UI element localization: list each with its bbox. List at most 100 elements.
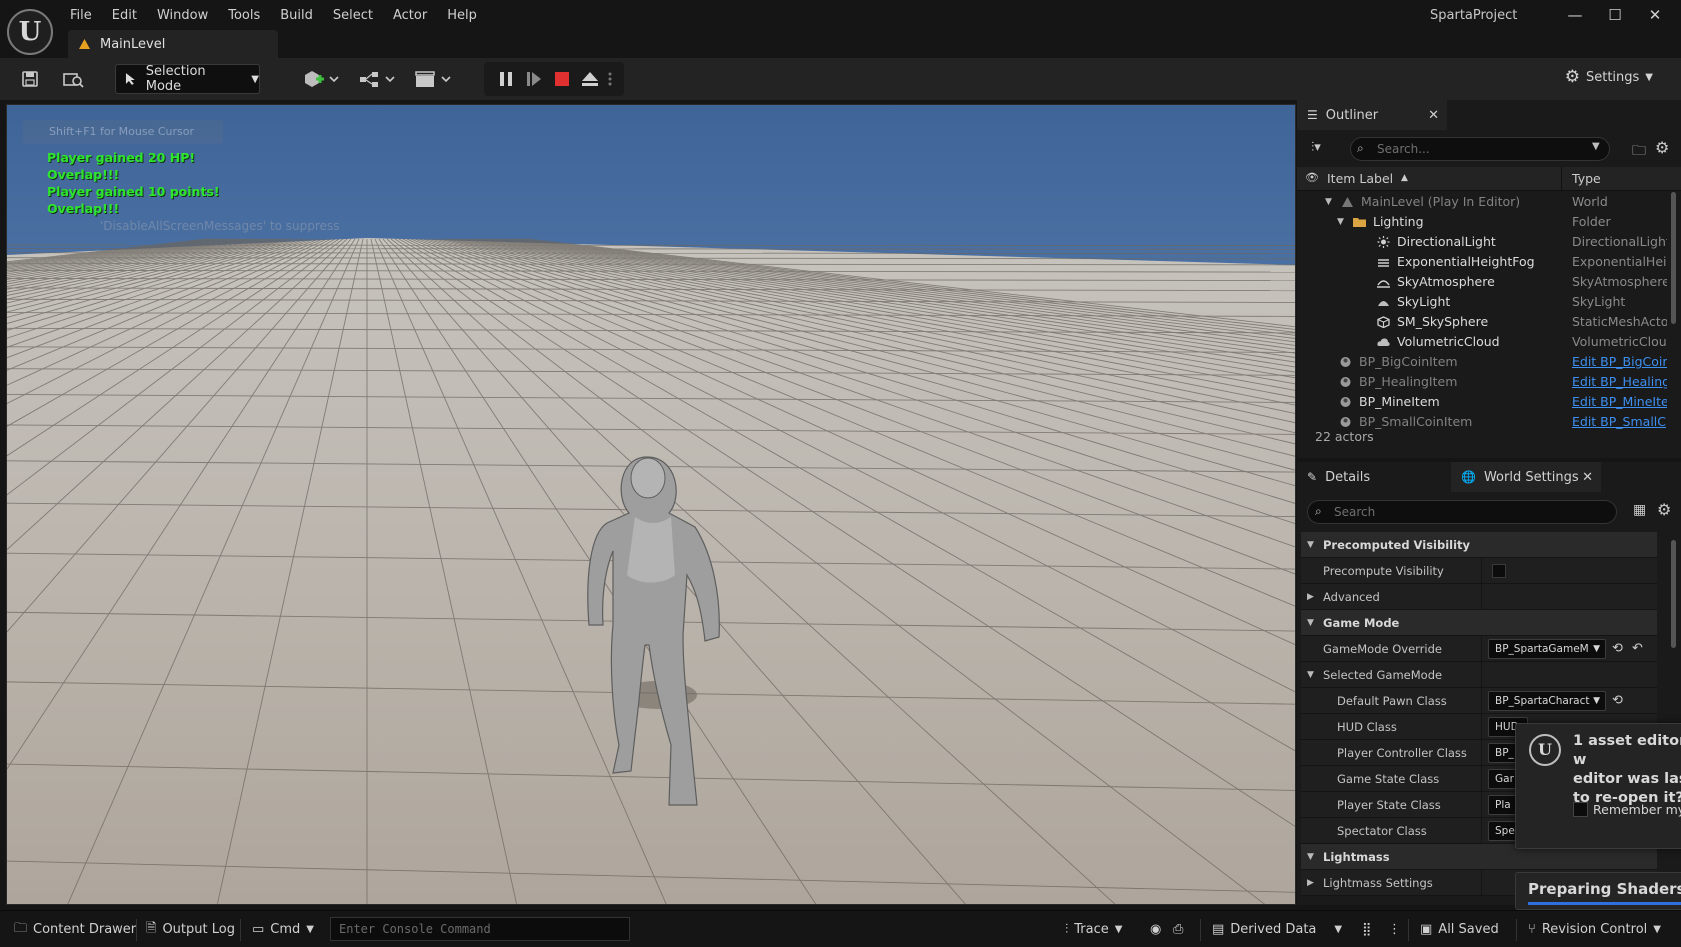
class-picker-dropdown[interactable]: BP_SpartaCharact ▼	[1488, 691, 1606, 711]
tab-world-settings[interactable]: 🌐 World Settings ✕	[1451, 462, 1601, 492]
pause-icon[interactable]	[496, 67, 516, 91]
level-tab[interactable]: MainLevel	[68, 30, 278, 58]
expand-arrow-icon[interactable]: ▼	[1325, 192, 1332, 212]
content-drawer-label: Content Drawer	[33, 922, 137, 937]
outliner-row[interactable]: SkyAtmosphere SkyAtmosphere	[1297, 272, 1669, 292]
expand-arrow-icon[interactable]: ▼	[1307, 662, 1314, 688]
remember-checkbox[interactable]: Remember my	[1573, 802, 1681, 817]
details-section-header[interactable]: ▼ Game Mode	[1301, 610, 1657, 636]
add-folder-icon[interactable]: 🗀	[1632, 140, 1646, 164]
outliner-row[interactable]: ▼ Lighting Folder	[1297, 212, 1669, 232]
outliner-row[interactable]: SkyLight SkyLight	[1297, 292, 1669, 312]
settings-button[interactable]: ⚙ Settings ▼	[1565, 67, 1653, 87]
content-drawer-button[interactable]: 🗀 Content Drawer	[14, 911, 136, 947]
cinematics-icon[interactable]	[412, 67, 456, 91]
add-actor-icon[interactable]	[300, 67, 344, 91]
expand-arrow-icon[interactable]: ▼	[1337, 212, 1344, 232]
record-icon[interactable]: ◉	[1150, 911, 1161, 947]
outliner-row[interactable]: BP_BigCoinItem Edit BP_BigCoir	[1297, 352, 1669, 372]
step-frame-icon[interactable]	[524, 67, 544, 91]
outliner-row[interactable]: BP_HealingItem Edit BP_Healing	[1297, 372, 1669, 392]
expand-arrow-icon[interactable]: ▶	[1307, 870, 1314, 896]
unreal-logo-icon[interactable]: U	[7, 9, 53, 55]
outliner-row[interactable]: DirectionalLight DirectionalLight	[1297, 232, 1669, 252]
table-view-icon[interactable]: ▦	[1633, 502, 1646, 518]
close-icon[interactable]: ✕	[1582, 470, 1593, 485]
menu-select[interactable]: Select	[323, 4, 383, 28]
browse-to-asset-icon[interactable]: ⟲	[1612, 636, 1623, 662]
column-divider[interactable]	[1561, 167, 1562, 191]
more-options-icon[interactable]	[604, 67, 616, 91]
outliner-row[interactable]: ▼ MainLevel (Play In Editor) World	[1297, 192, 1669, 212]
visibility-eye-icon[interactable]: 👁	[1305, 171, 1319, 184]
menu-edit[interactable]: Edit	[102, 4, 147, 28]
stop-icon[interactable]	[552, 67, 572, 91]
column-type[interactable]: Type	[1572, 171, 1601, 186]
cmd-dropdown[interactable]: ▭ Cmd ▼	[252, 911, 314, 947]
details-property-row[interactable]: ▶ Advanced	[1301, 584, 1657, 610]
details-section-header[interactable]: ▼ Precomputed Visibility	[1301, 532, 1657, 558]
edit-blueprint-link[interactable]: Edit BP_SmallC	[1572, 412, 1667, 432]
close-icon[interactable]: ✕	[1428, 108, 1439, 123]
details-scrollbar[interactable]	[1671, 540, 1676, 648]
chevron-down-icon[interactable]: ▼	[1592, 141, 1600, 152]
tab-details[interactable]: ✎ Details	[1297, 462, 1447, 492]
close-button[interactable]: ✕	[1640, 4, 1670, 26]
revision-control-dropdown[interactable]: ⑂ Revision Control ▼	[1528, 911, 1661, 947]
class-picker-dropdown[interactable]: BP_SpartaGameM ▼	[1488, 639, 1606, 659]
expand-arrow-icon[interactable]: ▶	[1307, 584, 1314, 610]
expand-arrow-icon[interactable]: ▼	[1307, 532, 1314, 558]
blueprint-graph-icon[interactable]	[356, 67, 400, 91]
edit-blueprint-link[interactable]: Edit BP_MineIte	[1572, 392, 1667, 412]
eject-icon[interactable]	[580, 67, 600, 91]
gear-icon[interactable]: ⚙	[1657, 500, 1671, 519]
all-saved-button[interactable]: ▣ All Saved	[1420, 911, 1499, 947]
menu-help[interactable]: Help	[437, 4, 487, 28]
menu-actor[interactable]: Actor	[383, 4, 437, 28]
menu-window[interactable]: Window	[147, 4, 218, 28]
more-options-icon[interactable]: ⋮	[1388, 911, 1401, 947]
expand-arrow-icon[interactable]: ▼	[1307, 844, 1314, 870]
level-viewport[interactable]: Shift+F1 for Mouse Cursor Player gained …	[6, 104, 1296, 905]
gear-icon[interactable]: ⚙	[1655, 138, 1669, 157]
property-value-cell: BP_SpartaCharact ▼ ⟲	[1481, 688, 1657, 714]
browse-content-icon[interactable]	[60, 67, 86, 91]
edit-blueprint-link[interactable]: Edit BP_BigCoir	[1572, 352, 1667, 372]
precompute-visibility-checkbox[interactable]	[1492, 564, 1506, 578]
selection-mode-dropdown[interactable]: Selection Mode ▼	[115, 64, 260, 94]
derived-data-dropdown[interactable]: ▤ Derived Data ▼	[1212, 911, 1342, 947]
details-property-row[interactable]: ▼ Selected GameMode	[1301, 662, 1657, 688]
expand-arrow-icon[interactable]: ▼	[1307, 610, 1314, 636]
trace-dropdown[interactable]: ⫶ Trace ▼	[1065, 911, 1122, 947]
outliner-search-input[interactable]: Search...	[1350, 137, 1610, 161]
source-control-grid-icon[interactable]: ⣿	[1362, 911, 1372, 947]
details-search-input[interactable]: Search	[1307, 500, 1617, 524]
tab-outliner[interactable]: ☰ Outliner ✕	[1297, 100, 1447, 130]
outliner-scrollbar[interactable]	[1671, 192, 1676, 324]
property-name: Lightmass Settings	[1323, 876, 1433, 890]
save-icon[interactable]	[18, 67, 42, 91]
reset-to-default-icon[interactable]: ↶	[1632, 636, 1643, 662]
outliner-row[interactable]: SM_SkySphere StaticMeshActo	[1297, 312, 1669, 332]
browse-to-asset-icon[interactable]: ⟲	[1612, 688, 1623, 714]
checkbox-box[interactable]	[1573, 802, 1588, 817]
minimize-button[interactable]: —	[1560, 4, 1590, 26]
outliner-row[interactable]: VolumetricCloud VolumetricClou	[1297, 332, 1669, 352]
menu-build[interactable]: Build	[270, 4, 323, 28]
maximize-button[interactable]: ☐	[1600, 4, 1630, 26]
chevron-down-icon: ▼	[251, 73, 259, 85]
console-command-input[interactable]: Enter Console Command	[330, 917, 630, 941]
outliner-row[interactable]: BP_MineItem Edit BP_MineIte	[1297, 392, 1669, 412]
outliner-row-label: VolumetricCloud	[1397, 334, 1500, 349]
outliner-row-type: DirectionalLight	[1572, 234, 1667, 249]
outliner-row[interactable]: ExponentialHeightFog ExponentialHeig	[1297, 252, 1669, 272]
chevron-down-icon: ▼	[1114, 924, 1123, 935]
menu-tools[interactable]: Tools	[218, 4, 270, 28]
edit-blueprint-link[interactable]: Edit BP_Healing	[1572, 372, 1667, 392]
column-item-label[interactable]: Item Label	[1327, 171, 1393, 186]
filter-icon[interactable]: ⫶▾	[1311, 140, 1321, 155]
output-log-button[interactable]: 🗎 Output Log	[146, 911, 235, 947]
screenshot-icon[interactable]: ⎙	[1173, 911, 1183, 947]
menu-file[interactable]: File	[60, 4, 102, 28]
trace-label: Trace	[1074, 922, 1109, 937]
